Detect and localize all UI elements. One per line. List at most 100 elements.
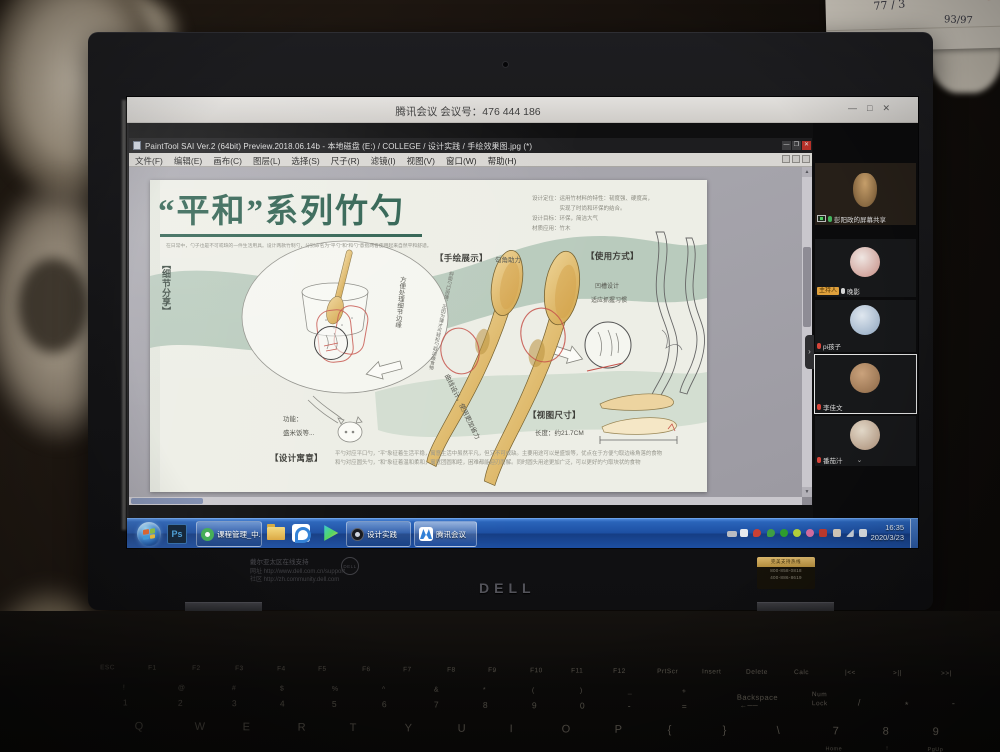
start-button[interactable] xyxy=(137,522,161,546)
keyboard-key: F12 xyxy=(613,668,626,675)
antivirus-tray-icon[interactable] xyxy=(780,529,788,537)
meeting-window-button[interactable]: 腾讯会议 xyxy=(414,521,477,547)
sai-menu-item[interactable]: 选择(S) xyxy=(291,155,319,167)
keyboard-key: Insert xyxy=(702,668,721,675)
sai-menu-item[interactable]: 尺子(R) xyxy=(331,155,360,167)
label-detail-share: 【细节分享】 xyxy=(160,260,173,316)
scroll-down-arrow[interactable]: ▼ xyxy=(802,487,812,497)
sai-menu-item[interactable]: 帮助(H) xyxy=(488,155,517,167)
keyboard-key: F8 xyxy=(447,667,456,674)
sai-restore-button[interactable]: ❐ xyxy=(792,141,801,150)
dell-wordmark: DELL xyxy=(479,580,549,596)
screen-glare-strip xyxy=(122,100,126,530)
keyboard-key: E xyxy=(243,721,251,733)
note-handwriting-right: 93/97 xyxy=(944,14,973,26)
keyboard-key: ESC xyxy=(100,664,115,671)
sai-menu-item[interactable]: 画布(C) xyxy=(213,155,242,167)
photoshop-taskbar-icon[interactable]: Ps xyxy=(167,524,187,544)
participant-label: 彭阳政的屏幕共享 xyxy=(817,213,915,224)
sai-menu-item[interactable]: 编辑(E) xyxy=(174,155,202,167)
participant-tile[interactable]: 彭阳政的屏幕共享 xyxy=(815,163,916,225)
sai-close-button[interactable]: ✕ xyxy=(802,141,811,150)
sai-minimize-button[interactable]: — xyxy=(782,141,791,150)
chevron-down-icon[interactable]: ⌄ xyxy=(857,456,863,464)
network-tray-icon[interactable] xyxy=(846,529,854,537)
dot-tray-icon[interactable] xyxy=(793,529,801,537)
design-poster: “平和”系列竹勺 在日常中，勺子也是不可或缺的一件生活用具。设计两款竹制勺，分别… xyxy=(150,180,707,492)
sai-menu-item[interactable]: 文件(F) xyxy=(135,155,163,167)
keyboard-key: & xyxy=(434,687,439,694)
sai-menu-item[interactable]: 滤镜(I) xyxy=(371,155,396,167)
volume-tray-icon[interactable] xyxy=(859,529,867,537)
participant-name: 彭阳政的屏幕共享 xyxy=(834,214,886,224)
keyboard-key: + xyxy=(682,688,687,695)
poster-subtitle: 在日常中，勺子也是不可或缺的一件生活用具。设计两款竹制勺，分别命名为“平勺”和“… xyxy=(166,242,440,249)
keyboard-key: * xyxy=(905,700,909,710)
photo-scene: 77 / 3 93/97 4 戴尔亚太区在线支持 网址 http://www.d… xyxy=(0,0,1000,752)
keyboard-key: 9 xyxy=(532,700,537,710)
meeting-close-button[interactable]: ✕ xyxy=(882,103,890,114)
backspace-arrow: ←── xyxy=(740,703,758,710)
sai-menu-item[interactable]: 图层(L) xyxy=(253,155,280,167)
windows-flag-icon xyxy=(143,528,155,540)
arrow-tray-icon[interactable] xyxy=(819,529,827,537)
pin-tray-icon[interactable] xyxy=(753,529,761,537)
sai-menu-item[interactable]: 视图(V) xyxy=(407,155,435,167)
sai-horizontal-scrollbar[interactable] xyxy=(129,497,802,505)
keyboard-key: _ xyxy=(628,688,632,695)
flower-tray-icon[interactable] xyxy=(806,529,814,537)
meeting-maximize-button[interactable]: □ xyxy=(867,103,872,114)
horizontal-scroll-thumb[interactable] xyxy=(131,498,203,504)
participant-tile[interactable]: 李佳文 xyxy=(815,355,916,413)
participant-avatar xyxy=(850,247,880,277)
sai-doc-close-button[interactable] xyxy=(802,155,810,163)
tencent-video-taskbar-icon[interactable] xyxy=(321,524,339,542)
keyboard-key: ) xyxy=(580,688,583,695)
sidebar-collapse-handle[interactable]: › xyxy=(805,335,814,369)
shield-tray-icon[interactable] xyxy=(767,529,775,537)
sai-canvas[interactable]: “平和”系列竹勺 在日常中，勺子也是不可或缺的一件生活用具。设计两款竹制勺，分别… xyxy=(129,167,802,497)
webcam xyxy=(502,61,509,68)
participant-avatar xyxy=(850,305,880,335)
keyboard-tray-icon[interactable] xyxy=(727,531,737,537)
participant-tile[interactable]: pi孩子 xyxy=(815,300,916,352)
meeting-window-label: 腾讯会议 xyxy=(436,529,466,540)
participant-tile[interactable]: 番茄汁⌄ xyxy=(815,416,916,466)
sai-doc-minimize-button[interactable] xyxy=(782,155,790,163)
keyboard-key: / xyxy=(858,697,861,707)
course-window-button[interactable]: 课程管理_中.. xyxy=(196,521,262,547)
keyboard-key: \ xyxy=(777,725,781,737)
keyboard-key: Delete xyxy=(746,669,768,676)
vertical-scroll-thumb[interactable] xyxy=(803,247,811,327)
mic-icon xyxy=(817,343,821,349)
sai-menu-item[interactable]: 窗口(W) xyxy=(446,155,477,167)
show-desktop-button[interactable] xyxy=(910,519,918,548)
folder-tray-icon[interactable] xyxy=(833,529,841,537)
participant-label: pi孩子 xyxy=(817,340,915,351)
taskbar-clock[interactable]: 16:35 2020/3/23 xyxy=(871,523,904,543)
meeting-minimize-button[interactable]: — xyxy=(848,103,857,114)
sai-window-button[interactable]: 设计实践 xyxy=(346,521,411,547)
dell-roundel-logo: DELL xyxy=(341,557,359,575)
meeting-title: 腾讯会议 会议号：476 444 186 xyxy=(268,104,668,119)
keyboard-key: 8 xyxy=(483,700,488,710)
bezel-support-text: 戴尔亚太区在线支持 网址 http://www.dell.com.cn/supp… xyxy=(250,559,345,585)
folder-taskbar-icon[interactable] xyxy=(267,527,285,540)
keyboard-key: Calc xyxy=(794,669,809,676)
sai-vertical-scrollbar[interactable]: ▲ ▼ xyxy=(802,167,812,497)
flag-pane xyxy=(150,534,156,539)
size-value: 长度：约21.7CM xyxy=(535,427,584,437)
label-groove-1: 凹槽设计 xyxy=(595,281,619,290)
flag-pane xyxy=(143,535,149,540)
scroll-up-arrow[interactable]: ▲ xyxy=(802,167,812,177)
sai-doc-restore-button[interactable] xyxy=(792,155,800,163)
chat-tray-icon[interactable] xyxy=(740,529,748,537)
keyboard-key: >>| xyxy=(941,670,952,677)
keyboard-key: >|| xyxy=(893,670,902,677)
tencent-docs-taskbar-icon[interactable] xyxy=(292,524,310,542)
function-label: 功能： xyxy=(283,413,303,423)
participant-tile[interactable]: 主持人晚影 xyxy=(815,239,916,297)
backspace-key: Backspace xyxy=(737,693,778,702)
keyboard-key: $ xyxy=(280,685,284,692)
keyboard-key: PrtScr xyxy=(657,668,678,675)
